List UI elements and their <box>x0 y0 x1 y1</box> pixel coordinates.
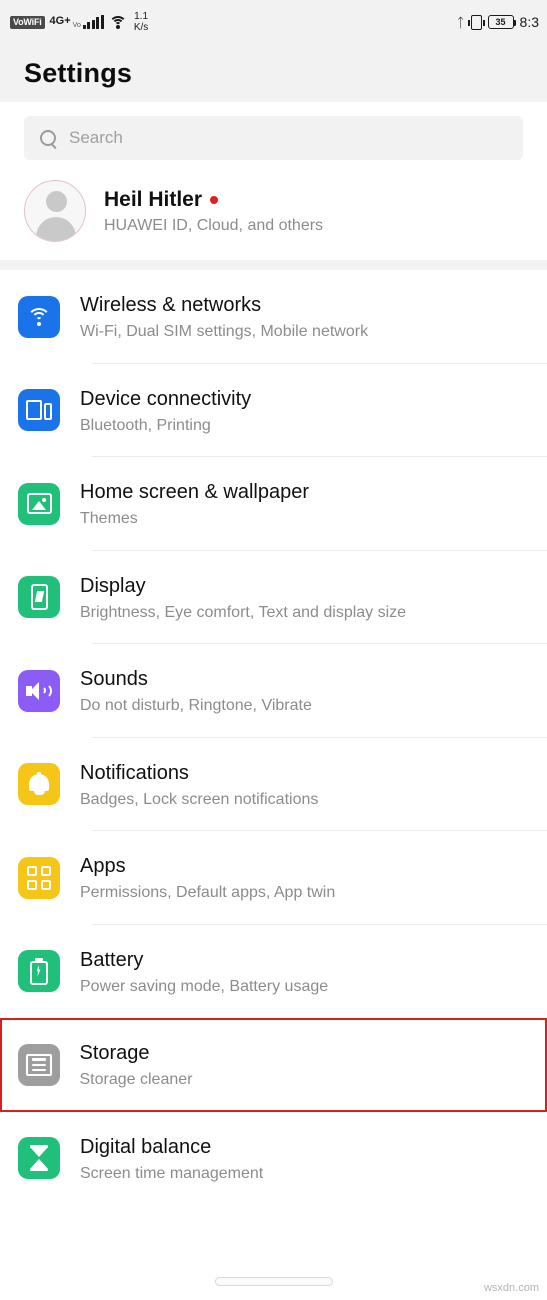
settings-row-subtitle: Power saving mode, Battery usage <box>80 977 329 995</box>
settings-row-battery[interactable]: Battery Power saving mode, Battery usage <box>0 924 547 1018</box>
account-row[interactable]: Heil Hitler HUAWEI ID, Cloud, and others <box>0 170 547 260</box>
notification-dot-icon <box>210 195 219 204</box>
settings-row-notifications[interactable]: Notifications Badges, Lock screen notifi… <box>0 737 547 831</box>
status-bar-left: VoWiFi 4G+ Vo 1.1 K/s <box>10 11 148 33</box>
network-type-label: 4G+ <box>49 14 71 27</box>
network-speed: 1.1 K/s <box>134 11 148 33</box>
battery-icon <box>18 950 60 993</box>
settings-row-device-connectivity[interactable]: Device connectivity Bluetooth, Printing <box>0 363 547 457</box>
search-icon <box>40 129 57 147</box>
settings-row-sounds[interactable]: Sounds Do not disturb, Ringtone, Vibrate <box>0 644 547 738</box>
settings-row-title: Storage <box>79 1042 150 1065</box>
vowifi-badge: VoWiFi <box>10 15 45 29</box>
settings-row-display[interactable]: Display Brightness, Eye comfort, Text an… <box>0 550 547 644</box>
settings-row-subtitle: Bluetooth, Printing <box>80 416 211 434</box>
settings-row-title: Device connectivity <box>80 387 252 410</box>
device-connectivity-icon <box>18 389 60 432</box>
settings-row-subtitle: Screen time management <box>80 1164 264 1182</box>
settings-row-subtitle: Storage cleaner <box>79 1071 193 1089</box>
settings-row-title: Home screen & wallpaper <box>80 481 309 504</box>
network-speed-value: 1.1 <box>134 11 149 22</box>
status-bar-clock: 8:3 <box>519 14 539 30</box>
section-divider <box>0 260 547 270</box>
search-section: Search <box>0 102 547 170</box>
page-title: Settings <box>24 57 133 88</box>
settings-row-apps[interactable]: Apps Permissions, Default apps, App twin <box>0 831 547 925</box>
settings-row-title: Display <box>80 574 146 597</box>
settings-row-subtitle: Permissions, Default apps, App twin <box>80 884 336 902</box>
search-placeholder: Search <box>69 128 123 147</box>
settings-row-title: Digital balance <box>80 1135 212 1158</box>
wallpaper-image-icon <box>18 482 60 525</box>
phone-screen: VoWiFi 4G+ Vo 1.1 K/s ᛏ 35 8:3 Settings … <box>0 0 547 1300</box>
settings-row-digital-balance[interactable]: Digital balance Screen time management <box>0 1111 547 1205</box>
settings-row-subtitle: Wi-Fi, Dual SIM settings, Mobile network <box>80 323 369 341</box>
wifi-icon <box>18 295 60 338</box>
apps-grid-icon <box>18 856 60 899</box>
settings-row-wireless-networks[interactable]: Wireless & networks Wi-Fi, Dual SIM sett… <box>0 270 547 364</box>
account-name: Heil Hitler <box>104 187 203 211</box>
settings-row-subtitle: Themes <box>80 510 138 528</box>
speaker-icon <box>18 669 60 712</box>
storage-icon <box>17 1043 60 1086</box>
home-indicator[interactable] <box>214 1277 333 1286</box>
battery-percent-label: 35 <box>495 16 506 27</box>
wifi-icon <box>108 15 127 29</box>
settings-row-title: Apps <box>80 855 126 878</box>
search-input[interactable]: Search <box>24 116 523 160</box>
settings-row-title: Notifications <box>80 761 189 784</box>
settings-row-home-screen-wallpaper[interactable]: Home screen & wallpaper Themes <box>0 457 547 551</box>
account-text: Heil Hitler HUAWEI ID, Cloud, and others <box>104 188 323 235</box>
signal-indicator: 4G+ Vo <box>49 14 104 29</box>
hourglass-icon <box>18 1137 60 1180</box>
network-speed-unit: K/s <box>133 22 149 33</box>
settings-row-title: Wireless & networks <box>80 294 262 317</box>
status-bar: VoWiFi 4G+ Vo 1.1 K/s ᛏ 35 8:3 <box>0 0 547 44</box>
display-icon <box>18 576 60 619</box>
settings-list: Wireless & networks Wi-Fi, Dual SIM sett… <box>0 270 547 1205</box>
battery-icon: 35 <box>487 15 517 29</box>
account-subtitle: HUAWEI ID, Cloud, and others <box>104 216 324 234</box>
watermark: wsxdn.com <box>483 1282 539 1294</box>
settings-row-subtitle: Brightness, Eye comfort, Text and displa… <box>80 603 407 621</box>
bluetooth-icon: ᛏ <box>456 14 465 30</box>
status-bar-right: ᛏ 35 8:3 <box>457 14 539 30</box>
signal-bars-icon <box>82 14 104 29</box>
settings-row-subtitle: Do not disturb, Ringtone, Vibrate <box>80 697 312 715</box>
settings-row-title: Battery <box>80 948 144 971</box>
settings-row-subtitle: Badges, Lock screen notifications <box>80 790 319 808</box>
settings-row-storage[interactable]: Storage Storage cleaner <box>0 1018 547 1112</box>
settings-row-title: Sounds <box>80 668 148 691</box>
avatar <box>24 180 86 242</box>
vibrate-icon <box>467 14 485 30</box>
page-title-bar: Settings <box>0 44 547 102</box>
bell-icon <box>18 763 60 806</box>
network-sub-label: Vo <box>72 21 81 29</box>
account-name-row: Heil Hitler <box>104 188 323 212</box>
